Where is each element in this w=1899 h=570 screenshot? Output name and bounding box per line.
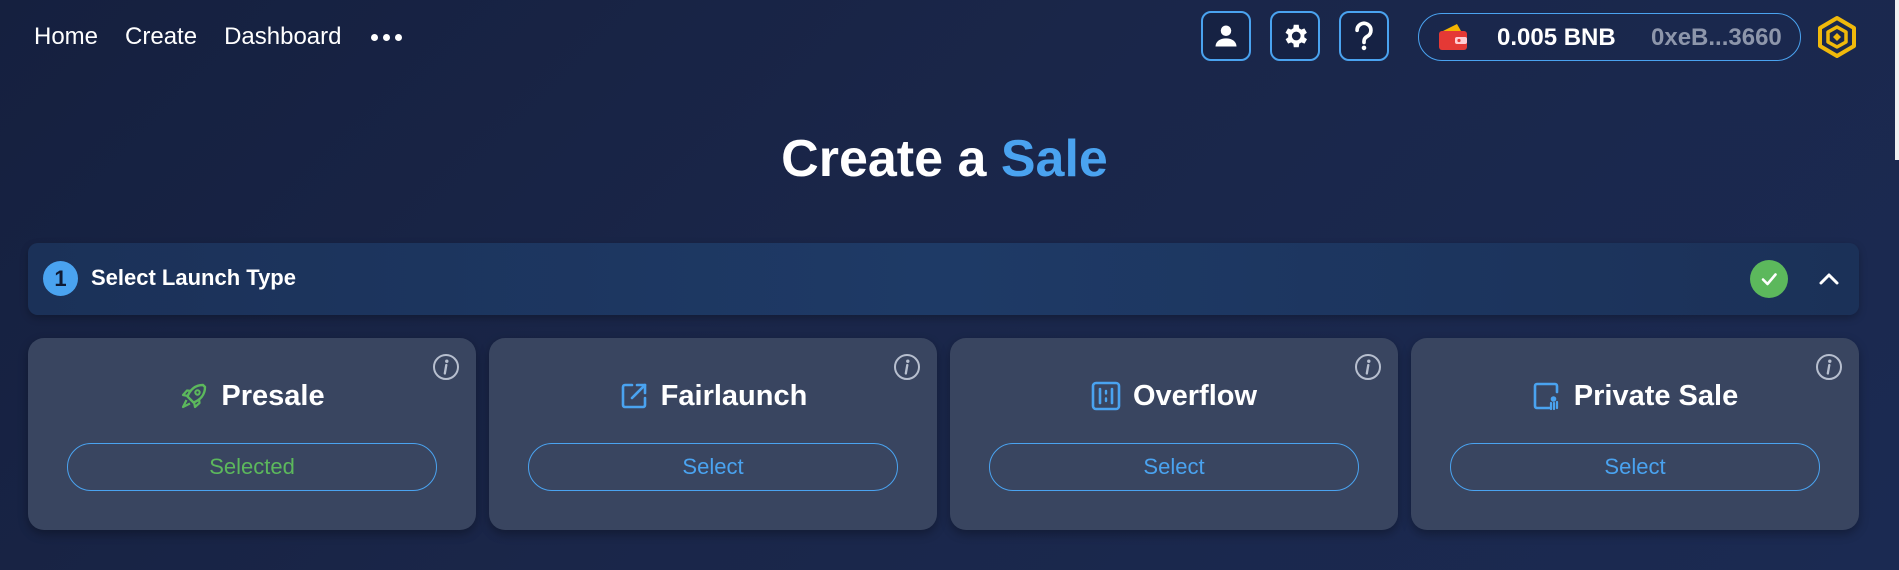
info-icon[interactable] (893, 353, 921, 381)
info-icon[interactable] (432, 353, 460, 381)
launch-card-private-sale: Private Sale Select (1411, 338, 1859, 530)
card-title: Overflow (1132, 380, 1258, 412)
chevron-up-icon[interactable] (1814, 264, 1844, 294)
more-dots-icon[interactable] (369, 22, 404, 52)
launch-card-fairlaunch: Fairlaunch Select (489, 338, 937, 530)
private-sale-select-button[interactable]: Select (1450, 443, 1820, 491)
page-title: Create a Sale (0, 127, 1889, 191)
check-icon (1750, 260, 1788, 298)
card-title: Fairlaunch (660, 380, 808, 412)
help-button[interactable] (1339, 11, 1389, 61)
page-title-highlight: Sale (1000, 130, 1108, 188)
nav-link-dashboard[interactable]: Dashboard (224, 22, 341, 52)
card-heading: Fairlaunch (489, 378, 937, 414)
question-icon (1355, 21, 1373, 51)
nav-links: Home Create Dashboard (34, 22, 404, 52)
card-heading: Presale (28, 378, 476, 414)
wallet-balance: 0.005 BNB (1497, 24, 1616, 51)
card-heading: Overflow (950, 378, 1398, 414)
nav-link-home[interactable]: Home (34, 22, 98, 52)
nav-link-create[interactable]: Create (125, 22, 197, 52)
info-icon[interactable] (1815, 353, 1843, 381)
step-number-badge: 1 (43, 261, 78, 296)
card-heading: Private Sale (1411, 378, 1859, 414)
launch-card-overflow: Overflow Select (950, 338, 1398, 530)
private-sale-icon (1532, 381, 1562, 411)
external-link-icon (619, 381, 649, 411)
info-icon[interactable] (1354, 353, 1382, 381)
presale-select-button[interactable]: Selected (67, 443, 437, 491)
wallet-connect-button[interactable]: 0.005 BNB 0xeB...3660 (1418, 13, 1801, 61)
top-navigation: Home Create Dashboard 0.005 BNB 0xeB...3… (0, 0, 1899, 74)
profile-button[interactable] (1201, 11, 1251, 61)
page-title-prefix: Create a (781, 130, 987, 188)
step-header-launch-type[interactable]: 1 Select Launch Type (28, 243, 1859, 315)
wallet-icon (1439, 24, 1467, 50)
settings-button[interactable] (1270, 11, 1320, 61)
launch-card-presale: Presale Selected (28, 338, 476, 530)
page-scrollbar[interactable] (1895, 0, 1899, 160)
card-title: Private Sale (1573, 380, 1739, 412)
launch-type-cards: Presale Selected Fairlaunch Select Overf… (28, 338, 1859, 530)
overflow-icon (1091, 381, 1121, 411)
fairlaunch-select-button[interactable]: Select (528, 443, 898, 491)
bnb-chain-logo[interactable] (1815, 15, 1859, 59)
card-title: Presale (221, 380, 325, 412)
gear-icon (1285, 24, 1307, 48)
rocket-icon (179, 381, 209, 411)
wallet-address: 0xeB...3660 (1651, 24, 1782, 51)
step-label: Select Launch Type (91, 265, 296, 290)
user-icon (1215, 25, 1237, 47)
overflow-select-button[interactable]: Select (989, 443, 1359, 491)
